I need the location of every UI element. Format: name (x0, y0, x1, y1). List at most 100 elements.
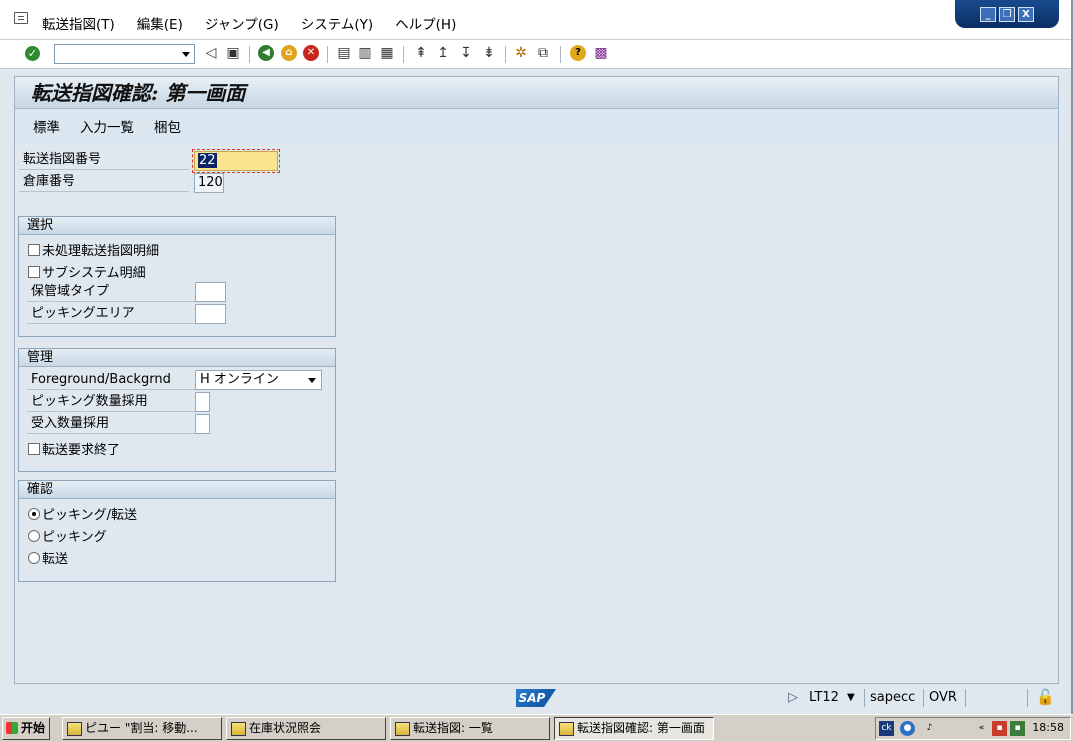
network-icon[interactable]: ● (900, 721, 915, 736)
toolbar-separator (505, 46, 506, 63)
selection-group-title: 選択 (19, 217, 335, 235)
radio-circle[interactable] (28, 529, 40, 542)
menu-help[interactable]: ヘルプ(H) (395, 13, 456, 33)
tray-app-icon[interactable]: ▪ (1010, 721, 1025, 736)
server-name: sapecc (870, 690, 916, 705)
radio-transfer-label: 転送 (42, 552, 69, 567)
task-item[interactable]: ピユー "割当: 移動... (62, 717, 222, 740)
menu-edit[interactable]: 編集(E) (137, 13, 183, 33)
radio-picking-label: ピッキング (42, 530, 107, 545)
content-area: 転送指図番号 22 倉庫番号 120 選択 未処理転送指図明細 サブシステム明細… (14, 142, 1059, 684)
window-controls: _ ❐ X (955, 0, 1059, 28)
checkbox-box[interactable] (28, 442, 40, 455)
status-separator (864, 689, 865, 707)
foreground-background-select[interactable]: H オンライン (195, 370, 322, 390)
shortcut-icon[interactable]: ⧉ (534, 45, 552, 62)
standard-toolbar: ✓ ◁ ▣ ◀ ⌂ ✕ ▤ ▥ ▦ ⇞ ↥ ↧ ⇟ ✲ ⧉ ? ▩ (0, 40, 1071, 69)
open-items-checkbox[interactable]: 未処理転送指図明細 (28, 240, 159, 259)
minimize-button[interactable]: _ (980, 6, 996, 22)
input-list-button[interactable]: 入力一覧 (80, 116, 134, 136)
command-field[interactable] (54, 44, 195, 64)
volume-icon[interactable]: ♪ (922, 721, 937, 736)
subsystem-items-checkbox[interactable]: サブシステム明細 (28, 262, 146, 281)
task-item[interactable]: 転送指図: 一覧 (390, 717, 550, 740)
lock-icon[interactable]: 🔓 (1036, 688, 1055, 706)
task-item[interactable]: 在庫状況照会 (226, 717, 386, 740)
start-button[interactable]: 开始 (2, 717, 50, 740)
previous-page-icon[interactable]: ↥ (434, 45, 452, 62)
transfer-order-number-label: 転送指図番号 (19, 150, 189, 170)
find-icon[interactable]: ▥ (356, 45, 374, 62)
confirmation-group-title: 確認 (19, 481, 335, 499)
chevron-down-icon[interactable] (308, 378, 316, 383)
chevron-down-icon[interactable]: ▼ (847, 692, 855, 703)
title-area: 転送指図確認: 第一画面 標準 入力一覧 梱包 (14, 76, 1059, 142)
enter-check-icon[interactable]: ✓ (25, 46, 40, 61)
standard-button[interactable]: 標準 (33, 116, 60, 136)
page-title: 転送指図確認: 第一画面 (31, 81, 246, 105)
tray-app-icon[interactable]: ▪ (992, 721, 1007, 736)
arrow-left-icon[interactable]: « (974, 721, 989, 736)
next-page-icon[interactable]: ↧ (457, 45, 475, 62)
radio-picking[interactable]: ピッキング (28, 526, 107, 545)
application-toolbar: 標準 入力一覧 梱包 (15, 109, 1058, 142)
foreground-background-label: Foreground/Backgrnd (27, 370, 195, 390)
menu-transfer-order[interactable]: 転送指図(T) (42, 13, 115, 33)
toolbar-separator (560, 46, 561, 63)
checkbox-box[interactable] (28, 243, 40, 256)
foreground-background-value: H オンライン (200, 372, 279, 387)
help-icon[interactable]: ? (570, 45, 586, 61)
transaction-code: LT12 (809, 690, 839, 705)
checkbox-box[interactable] (28, 265, 40, 278)
status-bar: SAP ▷ LT12 ▼ sapecc OVR 🔓 (0, 686, 1071, 712)
cancel-icon[interactable]: ✕ (303, 45, 319, 61)
toolbar-separator (249, 46, 250, 63)
print-icon[interactable]: ▤ (335, 45, 353, 62)
adopt-picking-qty-label: ピッキング数量採用 (27, 392, 195, 412)
task-item-active[interactable]: 転送指図確認: 第一画面 (554, 717, 714, 740)
find-next-icon[interactable]: ▦ (378, 45, 396, 62)
confirmation-group: 確認 ピッキング/転送 ピッキング 転送 (18, 480, 336, 582)
first-page-icon[interactable]: ⇞ (412, 45, 430, 62)
restore-button[interactable]: ❐ (999, 6, 1015, 22)
play-icon[interactable]: ▷ (788, 690, 798, 705)
adopt-receipt-qty-input[interactable] (195, 414, 210, 434)
exit-icon[interactable]: ⌂ (281, 45, 297, 61)
transfer-order-number-value: 22 (198, 153, 217, 168)
close-button[interactable]: X (1018, 6, 1034, 22)
chevron-down-icon[interactable] (182, 52, 190, 57)
selection-group: 選択 未処理転送指図明細 サブシステム明細 保管域タイプ ピッキングエリア (18, 216, 336, 337)
menu-system[interactable]: システム(Y) (301, 13, 373, 33)
transfer-order-number-input[interactable]: 22 (192, 149, 280, 173)
picking-area-input[interactable] (195, 304, 226, 324)
radio-transfer[interactable]: 転送 (28, 548, 68, 567)
sap-window: 転送指図(T) 編集(E) ジャンプ(G) システム(Y) ヘルプ(H) _ ❐… (0, 0, 1073, 714)
transfer-request-complete-checkbox[interactable]: 転送要求終了 (28, 439, 120, 458)
system-tray: ck ● ♪ « ▪ ▪ 18:58 (875, 717, 1071, 740)
back-icon[interactable]: ◀ (258, 45, 274, 61)
insert-mode: OVR (929, 690, 957, 705)
status-separator (965, 689, 966, 707)
new-session-icon[interactable]: ✲ (512, 45, 530, 62)
transfer-request-complete-label: 転送要求終了 (42, 443, 121, 458)
adopt-picking-qty-input[interactable] (195, 392, 210, 412)
menu-goto[interactable]: ジャンプ(G) (205, 13, 279, 33)
radio-circle[interactable] (28, 551, 40, 564)
system-menu-icon[interactable] (14, 12, 28, 24)
control-group: 管理 Foreground/Backgrnd H オンライン ピッキング数量採用… (18, 348, 336, 472)
control-group-title: 管理 (19, 349, 335, 367)
packing-button[interactable]: 梱包 (154, 116, 181, 136)
last-page-icon[interactable]: ⇟ (480, 45, 498, 62)
status-separator (923, 689, 924, 707)
save-icon[interactable]: ▣ (224, 45, 242, 62)
collapse-icon[interactable]: ◁ (202, 45, 220, 62)
toolbar-separator (403, 46, 404, 63)
ime-icon[interactable]: ck (879, 721, 894, 736)
warehouse-number-field: 120 (194, 173, 224, 193)
radio-picking-transfer[interactable]: ピッキング/転送 (28, 504, 137, 523)
sap-logo: SAP (516, 689, 556, 707)
radio-circle-selected[interactable] (28, 507, 40, 520)
layout-menu-icon[interactable]: ▩ (592, 45, 610, 62)
storage-type-input[interactable] (195, 282, 226, 302)
open-items-label: 未処理転送指図明細 (42, 244, 160, 259)
